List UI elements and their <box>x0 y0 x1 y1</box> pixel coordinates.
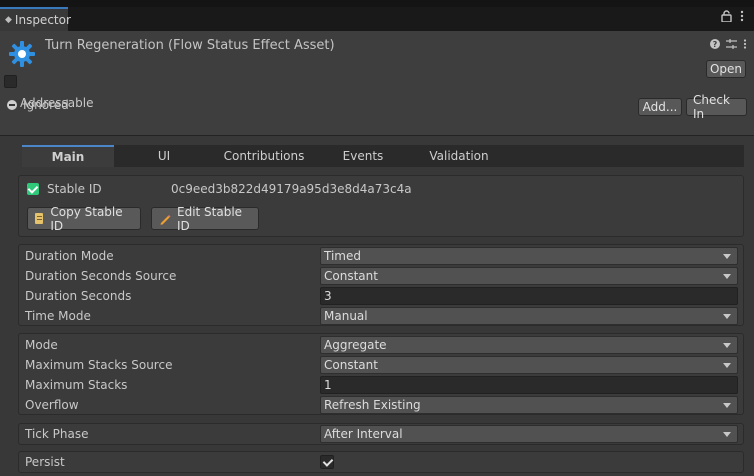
dropdown-arrow-icon <box>723 314 731 319</box>
duration-mode-value: Timed <box>324 249 361 263</box>
check-in-button[interactable]: Check In <box>686 93 747 121</box>
duration-seconds-field[interactable]: 3 <box>320 287 738 305</box>
window-tab-bar: ◆ Inspector <box>0 0 754 31</box>
time-mode-dropdown[interactable]: Manual <box>320 307 738 325</box>
header-icon-group: ? <box>710 39 747 52</box>
copy-stable-id-label: Copy Stable ID <box>50 204 123 233</box>
edit-stable-id-button[interactable]: Edit Stable ID <box>151 204 259 233</box>
addressable-checkbox[interactable] <box>4 75 17 88</box>
max-stacks-label: Maximum Stacks <box>25 378 128 392</box>
stable-id-row: Stable ID 0c9eed3b822d49179a95d3e8d4a73c… <box>27 182 412 196</box>
ignored-status: Ignored <box>7 98 69 112</box>
tab-ui[interactable]: UI <box>114 145 214 167</box>
tick-phase-label: Tick Phase <box>25 427 89 441</box>
clipboard-icon <box>35 213 44 224</box>
max-stacks-source-label: Maximum Stacks Source <box>25 358 173 372</box>
duration-seconds-source-value: Constant <box>324 269 378 283</box>
asset-title: Turn Regeneration (Flow Status Effect As… <box>45 38 335 53</box>
tick-panel: Tick Phase After Interval <box>18 423 744 445</box>
dropdown-arrow-icon <box>723 363 731 368</box>
stable-id-panel: Stable ID 0c9eed3b822d49179a95d3e8d4a73c… <box>18 175 744 237</box>
lock-icon[interactable] <box>721 10 732 25</box>
stacking-panel: Mode Aggregate Maximum Stacks Source Con… <box>18 333 744 415</box>
stack-mode-row: Mode Aggregate <box>19 335 743 355</box>
inspector-icon: ◆ <box>5 15 12 25</box>
gear-asset-icon <box>7 39 37 69</box>
max-stacks-field[interactable]: 1 <box>320 376 738 394</box>
persist-checkbox[interactable] <box>320 455 334 469</box>
help-icon[interactable]: ? <box>710 39 720 52</box>
duration-seconds-source-label: Duration Seconds Source <box>25 269 177 283</box>
max-stacks-source-dropdown[interactable]: Constant <box>320 356 738 374</box>
stable-id-checkbox[interactable] <box>27 183 39 195</box>
max-stacks-source-row: Maximum Stacks Source Constant <box>19 355 743 375</box>
tab-contributions[interactable]: Contributions <box>214 145 314 167</box>
overflow-value: Refresh Existing <box>324 398 421 412</box>
tab-validation[interactable]: Validation <box>412 145 506 167</box>
duration-seconds-source-dropdown[interactable]: Constant <box>320 267 738 285</box>
window-controls <box>721 10 744 25</box>
max-stacks-row: Maximum Stacks 1 <box>19 375 743 395</box>
overflow-dropdown[interactable]: Refresh Existing <box>320 396 738 414</box>
stack-mode-dropdown[interactable]: Aggregate <box>320 336 738 354</box>
section-tab-bar: Main UI Contributions Events Validation <box>22 145 744 167</box>
overflow-label: Overflow <box>25 398 79 412</box>
settings-icon[interactable] <box>726 39 737 52</box>
copy-stable-id-button[interactable]: Copy Stable ID <box>27 204 141 233</box>
duration-mode-label: Duration Mode <box>25 249 114 263</box>
open-button[interactable]: Open <box>706 60 746 78</box>
header-kebab-icon[interactable] <box>743 39 747 52</box>
dropdown-arrow-icon <box>723 343 731 348</box>
tick-phase-row: Tick Phase After Interval <box>19 424 743 444</box>
svg-text:?: ? <box>713 40 718 49</box>
duration-mode-dropdown[interactable]: Timed <box>320 247 738 265</box>
duration-seconds-source-row: Duration Seconds Source Constant <box>19 266 743 286</box>
dropdown-arrow-icon <box>723 403 731 408</box>
overflow-row: Overflow Refresh Existing <box>19 395 743 415</box>
duration-seconds-row: Duration Seconds 3 <box>19 286 743 306</box>
edit-stable-id-label: Edit Stable ID <box>177 204 243 233</box>
top-strip <box>0 0 754 7</box>
tab-main[interactable]: Main <box>22 145 114 167</box>
add-button[interactable]: Add... <box>638 98 682 116</box>
tick-phase-dropdown[interactable]: After Interval <box>320 425 738 443</box>
stack-mode-label: Mode <box>25 338 58 352</box>
duration-seconds-label: Duration Seconds <box>25 289 132 303</box>
kebab-menu-icon[interactable] <box>740 10 744 25</box>
persist-label: Persist <box>25 455 65 469</box>
tick-phase-value: After Interval <box>324 427 403 441</box>
stable-id-label: Stable ID <box>47 182 102 196</box>
tab-inspector[interactable]: ◆ Inspector <box>0 7 71 31</box>
dropdown-arrow-icon <box>723 254 731 259</box>
dropdown-arrow-icon <box>723 432 731 437</box>
max-stacks-source-value: Constant <box>324 358 378 372</box>
dropdown-arrow-icon <box>723 274 731 279</box>
inspector-header: Turn Regeneration (Flow Status Effect As… <box>0 31 754 136</box>
pencil-icon <box>159 213 171 225</box>
stable-id-value: 0c9eed3b822d49179a95d3e8d4a73c4a <box>171 182 412 196</box>
tab-inspector-label: Inspector <box>14 13 71 27</box>
duration-panel: Duration Mode Timed Duration Seconds Sou… <box>18 244 744 326</box>
time-mode-label: Time Mode <box>25 309 91 323</box>
time-mode-row: Time Mode Manual <box>19 306 743 326</box>
duration-mode-row: Duration Mode Timed <box>19 246 743 266</box>
tab-events[interactable]: Events <box>314 145 412 167</box>
minus-circle-icon <box>7 100 17 110</box>
persist-panel: Persist <box>18 451 744 473</box>
ignored-label: Ignored <box>23 98 69 112</box>
time-mode-value: Manual <box>324 309 368 323</box>
persist-row: Persist <box>19 452 743 472</box>
stack-mode-value: Aggregate <box>324 338 387 352</box>
